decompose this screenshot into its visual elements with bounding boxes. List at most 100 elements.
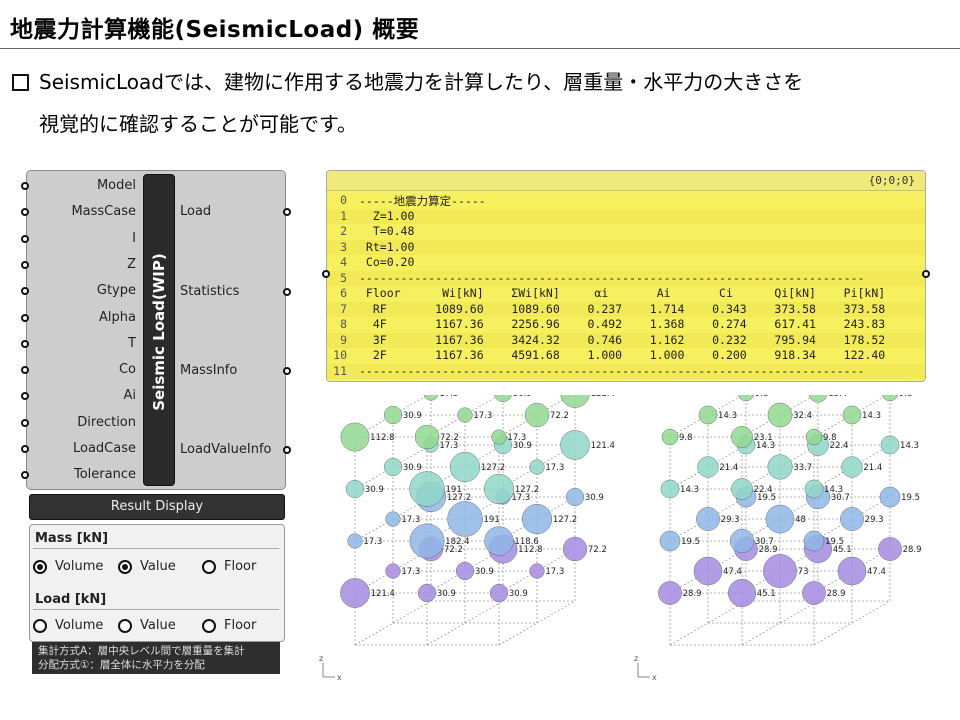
mass-viewport[interactable]: 72.2 112.8 72.2 17.3 30.9 17.3 121.4 30.9 30.9 12… (315, 395, 615, 685)
mass-floor-label: Floor (224, 559, 257, 574)
node-value-label: 17.3 (439, 395, 458, 399)
input-port-alpha[interactable] (21, 313, 29, 322)
input-port-i[interactable] (21, 234, 29, 243)
output-port-loadvalueinfo[interactable] (283, 446, 291, 454)
node-sphere (409, 523, 445, 559)
input-label-direction: Direction (77, 414, 136, 430)
node-sphere (738, 395, 754, 402)
node-value-label: 30.9 (403, 463, 422, 473)
mass-volume-radio[interactable] (33, 560, 47, 574)
node-value-label: 19.5 (825, 537, 844, 547)
node-value-label: 23.1 (754, 433, 773, 443)
node-sphere (880, 435, 900, 455)
node-sphere (697, 456, 719, 478)
node-value-label: 72.2 (588, 545, 607, 555)
panel-line: 5 ---------------------------------------… (327, 270, 925, 286)
node-value-label: 17.3 (401, 515, 420, 525)
panel-line-number: 10 (333, 348, 347, 362)
bullet-square-icon (12, 74, 29, 91)
panel-path-header: {0;0;0} (327, 171, 925, 191)
node-sphere (878, 537, 902, 561)
node-sphere (562, 536, 588, 562)
node-value-label: 127.2 (481, 463, 505, 473)
node-sphere (491, 429, 507, 445)
node-value-label: 30.9 (513, 395, 532, 399)
load-floor-label: Floor (224, 618, 257, 633)
input-label-tolerance: Tolerance (74, 467, 136, 483)
node-sphere (879, 486, 901, 508)
node-value-label: 45.1 (757, 589, 776, 599)
panel-line-number: 6 (340, 286, 347, 300)
result-text-panel[interactable]: {0;0;0} 0 -----地震力算定----- 1 Z=1.00 2 T=0.48… (326, 170, 926, 382)
mass-value-radio[interactable] (118, 560, 132, 574)
component-core-label: Seismic Load(WIP) (150, 253, 168, 411)
node-value-label: 33.7 (793, 463, 812, 473)
panel-line-text: 4F 1167.36 2256.96 0.492 1.368 0.274 617… (359, 317, 886, 331)
output-port-statistics[interactable] (283, 288, 291, 296)
input-label-co: Co (118, 362, 136, 378)
panel-output-port[interactable] (922, 270, 930, 278)
node-sphere (484, 526, 514, 556)
panel-line: 10 2F 1167.36 4591.68 1.000 1.000 0.200 … (327, 348, 925, 364)
node-value-label: 19.5 (901, 493, 920, 503)
input-label-model: Model (96, 178, 136, 193)
node-sphere (489, 583, 509, 603)
output-port-load[interactable] (283, 208, 291, 216)
node-value-label: 17.3 (363, 537, 382, 547)
node-sphere (560, 395, 590, 408)
load-floor-radio[interactable] (202, 619, 216, 633)
node-sphere (731, 478, 753, 500)
panel-line-number: 7 (340, 301, 347, 316)
node-sphere (383, 405, 403, 425)
panel-line: 7 RF 1089.60 1089.60 0.237 1.714 0.343 3… (327, 301, 925, 317)
axis-z-label: z (319, 654, 323, 663)
panel-line: 8 4F 1167.36 2256.96 0.492 1.368 0.274 6… (327, 317, 925, 333)
node-sphere (765, 504, 795, 534)
node-value-label: 191 (484, 515, 500, 525)
input-port-model[interactable] (21, 182, 29, 190)
input-port-loadcase[interactable] (21, 445, 29, 453)
output-port-massinfo[interactable] (283, 367, 291, 375)
load-volume-radio[interactable] (33, 619, 47, 633)
node-value-label: 118.6 (514, 537, 538, 547)
node-sphere (423, 395, 439, 401)
node-sphere (385, 511, 401, 527)
input-label-t: T (128, 335, 136, 351)
input-port-t[interactable] (21, 339, 29, 348)
load-header-rule (33, 609, 279, 610)
node-sphere (841, 456, 863, 478)
method-note: 集計方式A：層中央レベル間で層重量を集計 分配方式①：層全体に水平力を分配 (32, 642, 280, 674)
node-sphere (803, 530, 825, 552)
node-value-label: 191 (446, 485, 462, 495)
input-label-masscase: MassCase (71, 204, 136, 220)
node-value-label: 30.9 (509, 589, 528, 599)
input-label-gtype: Gtype (96, 283, 136, 299)
panel-input-port[interactable] (322, 270, 330, 278)
axis-z-label: z (634, 654, 638, 663)
output-label-statistics: Statistics (180, 284, 240, 299)
node-value-label: 30.9 (437, 589, 456, 599)
node-sphere (802, 581, 826, 605)
node-value-label: 121.4 (371, 589, 395, 599)
panel-line: 6 Floor Wi[kN] ΣWi[kN] αi Ai Ci Qi[kN] P… (327, 286, 925, 302)
panel-line-number: 3 (340, 239, 347, 254)
input-port-z[interactable] (21, 260, 29, 269)
panel-line: 1 Z=1.00 (327, 208, 925, 224)
node-value-label: 30.7 (755, 537, 774, 547)
node-value-label: 15.4 (828, 395, 847, 399)
node-sphere (882, 395, 898, 402)
input-port-direction[interactable] (21, 418, 29, 427)
mass-floor-radio[interactable] (202, 560, 216, 574)
node-value-label: 17.3 (507, 433, 526, 443)
node-sphere (728, 579, 756, 607)
result-display-button[interactable]: Result Display (29, 494, 285, 520)
panel-line-text: 2F 1167.36 4591.68 1.000 1.000 0.200 918… (359, 348, 886, 362)
node-sphere (659, 530, 681, 552)
load-value-radio[interactable] (118, 619, 132, 633)
load-viewport[interactable]: 28.9 45.1 28.947.4 73 47.428.9 45.1 28.919.5 30… (630, 395, 930, 685)
node-value-label: 14.3 (718, 411, 737, 421)
node-value-label: 17.3 (473, 411, 492, 421)
node-value-label: 32.4 (793, 411, 812, 421)
node-sphere (805, 428, 823, 446)
node-sphere (521, 503, 553, 535)
